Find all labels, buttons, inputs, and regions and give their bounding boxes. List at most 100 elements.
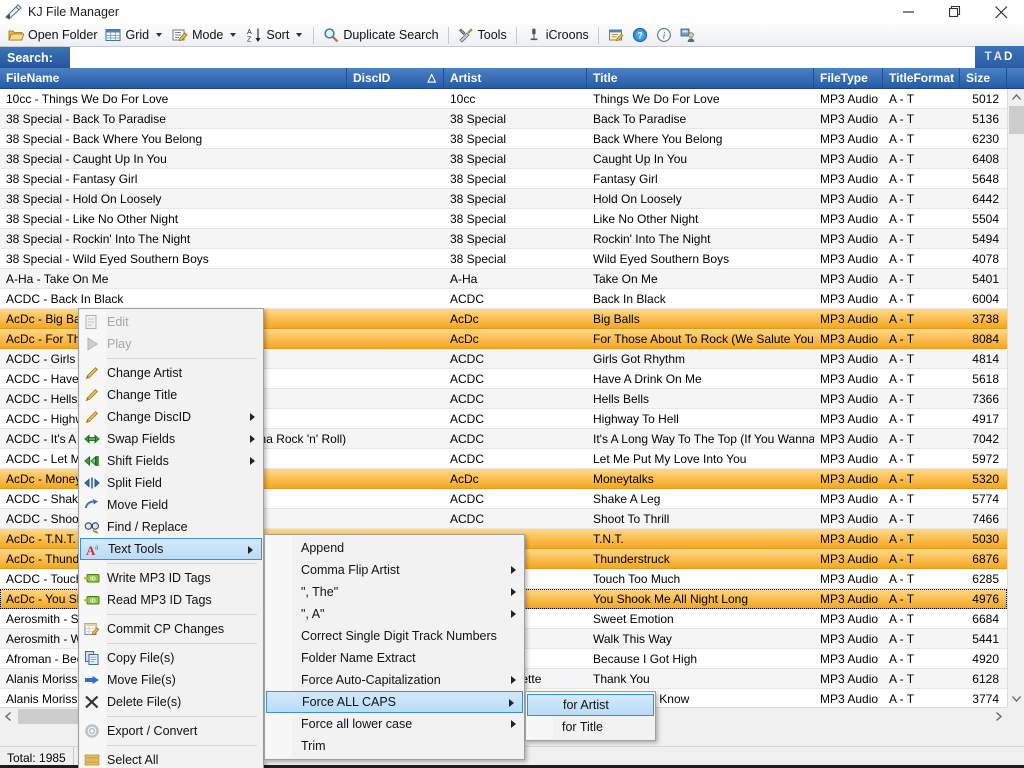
cell-filetype: MP3 Audio <box>814 672 883 686</box>
menu-item-label: Swap Fields <box>107 432 175 446</box>
copy-icon <box>84 650 100 666</box>
menu-item[interactable]: Split Field <box>79 472 263 494</box>
menu-item[interactable]: Move Field <box>79 494 263 516</box>
grid-header-filename[interactable]: FileName <box>0 68 347 88</box>
menu-item[interactable]: Find / Replace <box>79 516 263 538</box>
toolbar-open-folder[interactable]: Open Folder <box>4 25 101 46</box>
cell-titleformat: A - T <box>883 232 960 246</box>
table-row[interactable]: 38 Special - Like No Other Night38 Speci… <box>0 209 1007 229</box>
chevron-down-icon[interactable] <box>230 33 236 37</box>
close-button[interactable] <box>978 0 1024 24</box>
menu-item[interactable]: Delete File(s) <box>79 691 263 713</box>
cell-size: 5504 <box>960 212 1007 226</box>
minimize-button[interactable] <box>886 0 932 24</box>
toolbar-mode[interactable]: Mode <box>168 25 242 46</box>
grid-header-titleformat[interactable]: TitleFormat <box>883 68 960 88</box>
menu-item[interactable]: Select All <box>79 749 263 768</box>
menu-item[interactable]: Copy File(s) <box>79 647 263 669</box>
toolbar-grid[interactable]: Grid <box>101 25 168 46</box>
menu-item-label: Append <box>301 541 344 555</box>
menu-item[interactable]: IDRead MP3 ID Tags <box>79 589 263 611</box>
vertical-scroll-thumb[interactable] <box>1009 106 1024 134</box>
cell-artist: 38 Special <box>444 232 587 246</box>
table-row[interactable]: 38 Special - Hold On Loosely38 SpecialHo… <box>0 189 1007 209</box>
scroll-right-button[interactable] <box>990 708 1007 725</box>
table-row[interactable]: 38 Special - Fantasy Girl38 SpecialFanta… <box>0 169 1007 189</box>
user-lock-icon <box>680 27 696 43</box>
menu-item: Edit <box>79 311 263 333</box>
toolbar-sort[interactable]: A Z Sort <box>242 25 308 46</box>
menu-item-label: Edit <box>107 315 129 329</box>
menu-item-label: Find / Replace <box>107 520 188 534</box>
tad-badge[interactable]: T A D <box>975 46 1024 68</box>
menu-item[interactable]: Swap Fields <box>79 428 263 450</box>
cell-filetype: MP3 Audio <box>814 132 883 146</box>
table-row[interactable]: 38 Special - Back To Paradise38 SpecialB… <box>0 109 1007 129</box>
toolbar-notes-button[interactable] <box>604 25 628 46</box>
menu-item[interactable]: Commit CP Changes <box>79 618 263 640</box>
menu-item[interactable]: IDWrite MP3 ID Tags <box>79 567 263 589</box>
menu-item[interactable]: Move File(s) <box>79 669 263 691</box>
menu-item[interactable]: Change Title <box>79 384 263 406</box>
toolbar-icroons[interactable]: iCroons <box>522 25 593 46</box>
menu-item[interactable]: Shift Fields <box>79 450 263 472</box>
toolbar-tools[interactable]: Tools <box>454 25 511 46</box>
magnifier-icon <box>323 27 339 43</box>
vertical-scrollbar[interactable] <box>1007 89 1024 707</box>
cell-titleformat: A - T <box>883 192 960 206</box>
menu-item[interactable]: Force all lower case <box>265 713 524 735</box>
cell-size: 4078 <box>960 252 1007 266</box>
open-folder-icon <box>8 27 24 43</box>
search-input[interactable] <box>70 47 1024 69</box>
toolbar-user-button[interactable] <box>676 25 700 46</box>
maximize-button[interactable] <box>932 0 978 24</box>
chevron-down-icon[interactable] <box>156 33 162 37</box>
table-row[interactable]: A-Ha - Take On MeA-HaTake On MeMP3 Audio… <box>0 269 1007 289</box>
toolbar-help-button[interactable]: ? <box>628 25 652 46</box>
cell-size: 7042 <box>960 432 1007 446</box>
menu-item[interactable]: Append <box>265 537 524 559</box>
cell-title: Take On Me <box>587 272 814 286</box>
menu-item[interactable]: Force Auto-Capitalization <box>265 669 524 691</box>
cell-size: 4917 <box>960 412 1007 426</box>
grid-header-filetype[interactable]: FileType <box>814 68 883 88</box>
menu-item[interactable]: for Artist <box>527 694 654 716</box>
menu-item[interactable]: Change Artist <box>79 362 263 384</box>
table-row[interactable]: 38 Special - Wild Eyed Southern Boys38 S… <box>0 249 1007 269</box>
grid-icon <box>105 27 121 43</box>
grid-header-discid[interactable]: DiscID△ <box>347 68 444 88</box>
table-row[interactable]: 38 Special - Back Where You Belong38 Spe… <box>0 129 1007 149</box>
menu-item[interactable]: Force ALL CAPS <box>266 691 523 713</box>
toolbar-info-button[interactable]: i <box>652 25 676 46</box>
menu-item[interactable]: Trim <box>265 735 524 757</box>
menu-item[interactable]: Folder Name Extract <box>265 647 524 669</box>
menu-item[interactable]: Comma Flip Artist <box>265 559 524 581</box>
scroll-left-button[interactable] <box>0 708 17 725</box>
grid-header-title[interactable]: Title <box>587 68 814 88</box>
chevron-down-icon[interactable] <box>296 33 302 37</box>
table-row[interactable]: 38 Special - Caught Up In You38 SpecialC… <box>0 149 1007 169</box>
menu-item[interactable]: for Title <box>526 716 655 738</box>
grid-header-artist[interactable]: Artist <box>444 68 587 88</box>
toolbar-duplicate-search[interactable]: Duplicate Search <box>319 25 442 46</box>
menu-item[interactable]: Change DiscID <box>79 406 263 428</box>
menu-item[interactable]: AaText Tools <box>80 538 262 560</box>
cell-filename: 38 Special - Back To Paradise <box>0 112 347 126</box>
table-row[interactable]: ACDC - Back In BlackACDCBack In BlackMP3… <box>0 289 1007 309</box>
cell-filetype: MP3 Audio <box>814 372 883 386</box>
cell-artist: 38 Special <box>444 132 587 146</box>
menu-item[interactable]: Export / Convert <box>79 720 263 742</box>
menu-item[interactable]: Correct Single Digit Track Numbers <box>265 625 524 647</box>
table-row[interactable]: 38 Special - Rockin' Into The Night38 Sp… <box>0 229 1007 249</box>
grid-header-size[interactable]: Size <box>960 68 1007 88</box>
table-row[interactable]: 10cc - Things We Do For Love10ccThings W… <box>0 89 1007 109</box>
scroll-down-button[interactable] <box>1008 690 1024 707</box>
cell-artist: AcDc <box>444 472 587 486</box>
cell-title: Sweet Emotion <box>587 612 814 626</box>
scroll-up-button[interactable] <box>1008 89 1024 106</box>
toolbar-icroons-label: iCroons <box>546 28 589 42</box>
cell-title: Let Me Put My Love Into You <box>587 452 814 466</box>
menu-item[interactable]: ", The" <box>265 581 524 603</box>
menu-item[interactable]: ", A" <box>265 603 524 625</box>
grid-header-label: DiscID <box>353 71 390 85</box>
